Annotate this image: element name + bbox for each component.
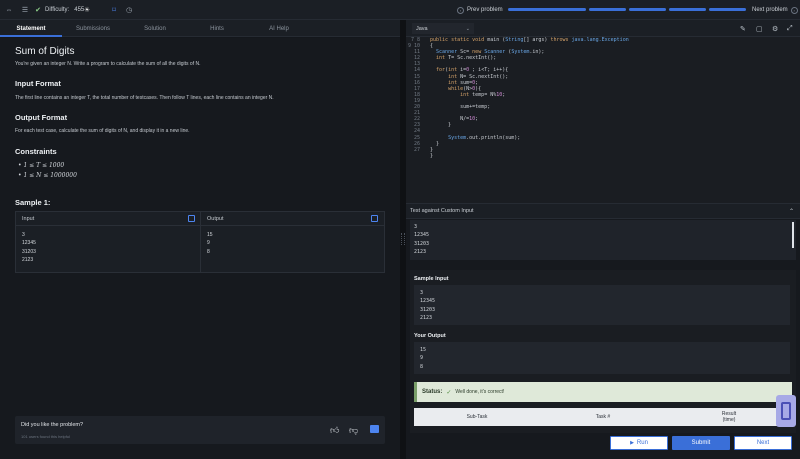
feedback-question: Did you like the problem?	[21, 422, 84, 428]
tab-hints[interactable]: Hints	[186, 20, 248, 37]
tab-submissions[interactable]: Submissions	[62, 20, 124, 37]
difficulty: ✔ Difficulty: 455	[33, 0, 84, 20]
sample-input-heading: Sample Input	[414, 276, 449, 282]
check-icon: ✔	[35, 7, 41, 14]
thumbs-up-icon[interactable]: 👍︎	[330, 425, 339, 436]
problem-statement: Sum of Digits You're given an integer N.…	[0, 38, 400, 459]
intro-text: You're given an integer N. Write a progr…	[15, 61, 201, 67]
next-problem-button[interactable]: Next problem ›	[752, 0, 798, 20]
sample-input-label: Input	[16, 212, 200, 226]
problem-tabs: Statement Submissions Solution Hints AI …	[0, 20, 400, 37]
sample-input-box: 3 12345 31203 2123	[414, 285, 790, 325]
input-heading: Input Format	[15, 79, 61, 88]
prev-problem-label: Prev problem	[467, 7, 503, 13]
custom-input-label: Test against Custom Input	[410, 208, 474, 214]
code-text[interactable]: public static void main (String[] args) …	[430, 37, 629, 165]
sun-icon: ☀	[83, 7, 91, 14]
next-button[interactable]: Next	[734, 436, 792, 450]
editor-pane: Java ⌄ ✎ ▢ ⚙ ⤢ 7 8 9 10 11 12 13 14 15 1…	[406, 20, 800, 459]
sample-output-column: Output 15 9 8	[201, 212, 384, 272]
prev-problem-button[interactable]: ‹ Prev problem	[457, 0, 503, 20]
chevron-left-icon: ‹	[457, 6, 464, 14]
line-numbers: 7 8 9 10 11 12 13 14 15 16 17 18 19 20 2…	[407, 37, 420, 153]
input-text: The first line contains an integer T, th…	[15, 95, 274, 101]
list-icon: ☰	[21, 7, 29, 14]
your-output-heading: Your Output	[414, 333, 446, 339]
copy-icon[interactable]	[188, 215, 195, 222]
magic-wand-icon[interactable]: ✎	[740, 25, 746, 33]
constraint-item: • 1 ≤ N ≤ 1000000	[18, 172, 77, 179]
column-header: Sub-Task	[466, 414, 488, 420]
expand-button[interactable]: ⇔	[4, 0, 14, 20]
status-text: Well done, it's correct!	[455, 389, 505, 395]
tab-statement[interactable]: Statement	[0, 20, 62, 37]
sample-output-value: 15 9 8	[207, 232, 213, 255]
sample-heading: Sample 1:	[15, 198, 51, 207]
sample-input-column: Input 3 12345 31203 2123	[16, 212, 201, 272]
constraint-text: 1 ≤ N ≤ 1000000	[23, 172, 77, 179]
results-panel: Sample Input 3 12345 31203 2123 Your Out…	[410, 270, 796, 433]
language-value: Java	[416, 25, 428, 32]
chat-icon[interactable]: ▢	[756, 25, 763, 33]
assistant-widget[interactable]	[776, 395, 796, 427]
column-header: Result (time)	[721, 411, 737, 423]
timer-icon: ◷	[125, 7, 133, 14]
status-banner: Status: ✓ Well done, it's correct!	[414, 382, 792, 402]
constraint-item: • 1 ≤ T ≤ 1000	[18, 162, 65, 169]
theme-toggle[interactable]: ☀	[82, 0, 92, 20]
code-line: public static void main (String[] args) …	[430, 37, 629, 43]
your-output-value: 15 9 8	[420, 347, 427, 370]
thumbs-down-icon[interactable]: 👎︎	[349, 425, 358, 436]
constraint-text: 1 ≤ T ≤ 1000	[23, 162, 65, 169]
chevron-up-icon: ⌃	[788, 208, 794, 215]
check-icon: ✓	[446, 389, 452, 396]
submit-button[interactable]: Submit	[672, 436, 730, 450]
tab-ai-help[interactable]: AI Help	[248, 20, 310, 37]
expand-arrows-icon: ⇔	[5, 6, 13, 14]
bookmark-icon: ⌑	[112, 7, 116, 14]
list-button[interactable]: ☰	[20, 0, 30, 20]
code-editor[interactable]: 7 8 9 10 11 12 13 14 15 16 17 18 19 20 2…	[406, 37, 800, 217]
output-heading: Output Format	[15, 113, 68, 122]
feedback-card: Did you like the problem? 101 users foun…	[15, 416, 385, 444]
copy-icon[interactable]	[371, 215, 378, 222]
timer-button[interactable]: ◷	[124, 0, 134, 20]
tab-solution[interactable]: Solution	[124, 20, 186, 37]
bookmark-button[interactable]: ⌑	[109, 0, 119, 20]
problem-title: Sum of Digits	[15, 46, 75, 57]
sample-output-label: Output	[201, 212, 384, 226]
editor-header: Java ⌄ ✎ ▢ ⚙ ⤢	[406, 20, 800, 37]
feedback-subtext: 101 users found this helpful	[21, 434, 70, 439]
sample-input-value: 3 12345 31203 2123	[22, 232, 36, 263]
custom-input-toggle[interactable]: Test against Custom Input ⌃	[406, 203, 800, 219]
run-button[interactable]: ▶ Run	[610, 436, 668, 450]
custom-input-field[interactable]: 3 12345 31203 2123	[410, 220, 796, 260]
comment-icon[interactable]	[370, 425, 379, 433]
assistant-icon	[781, 402, 791, 420]
fullscreen-icon[interactable]: ⤢	[787, 25, 793, 33]
top-bar: ⇔ ☰ ✔ Difficulty: 455 ☀ ⌑ ◷ ‹ Prev probl…	[0, 0, 800, 20]
constraints-heading: Constraints	[15, 147, 57, 156]
next-problem-label: Next problem	[752, 7, 788, 13]
your-output-box: 15 9 8	[414, 342, 790, 374]
difficulty-label: Difficulty:	[45, 7, 70, 13]
settings-icon[interactable]: ⚙	[772, 25, 778, 33]
column-header: Task #	[595, 414, 611, 420]
language-select[interactable]: Java ⌄	[412, 23, 474, 34]
play-icon: ▶	[630, 440, 634, 446]
results-table-header: Sub-Task Task # Result (time)	[414, 408, 792, 426]
scrollbar[interactable]	[792, 222, 794, 248]
output-text: For each test case, calculate the sum of…	[15, 128, 190, 134]
status-label: Status:	[422, 389, 443, 395]
custom-input-value: 3 12345 31203 2123	[414, 224, 430, 256]
chevron-down-icon: ⌄	[465, 25, 470, 32]
run-label: Run	[636, 440, 648, 446]
sample-box: Input 3 12345 31203 2123 Output 15 9 8	[15, 211, 385, 273]
results-sample-input: 3 12345 31203 2123	[420, 290, 436, 322]
chevron-right-icon: ›	[790, 6, 798, 14]
drag-handle-icon[interactable]	[401, 233, 405, 245]
